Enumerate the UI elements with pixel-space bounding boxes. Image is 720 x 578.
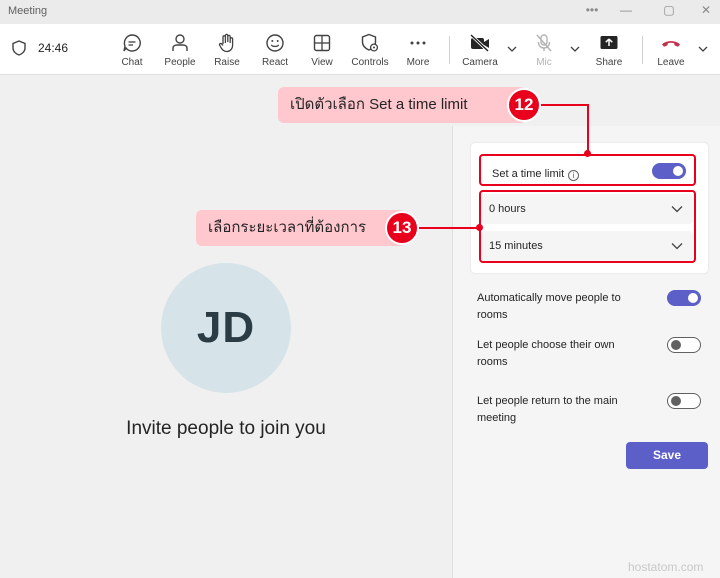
step12-connector xyxy=(541,104,589,106)
people-icon xyxy=(172,34,188,51)
react-icon xyxy=(266,34,284,52)
toolbar-divider xyxy=(642,36,643,64)
invite-text: Invite people to join you xyxy=(126,418,326,439)
chat-label: Chat xyxy=(121,57,143,68)
mic-label: Mic xyxy=(536,57,552,68)
timer-text: 24:46 xyxy=(38,41,69,55)
mic-off-icon xyxy=(536,34,552,52)
meeting-timer: 24:46 xyxy=(12,40,68,56)
return-main-toggle[interactable] xyxy=(667,393,701,409)
camera-off-icon xyxy=(469,33,490,53)
avatar: JD xyxy=(161,263,291,393)
raise-label: Raise xyxy=(214,57,240,68)
mic-button[interactable]: Mic xyxy=(519,33,569,68)
toggle-knob xyxy=(688,293,698,303)
meeting-stage: JD Invite people to join you xyxy=(0,76,452,578)
leave-options-chevron-icon[interactable] xyxy=(698,45,708,53)
controls-label: Controls xyxy=(351,57,389,68)
more-icon xyxy=(410,41,426,45)
leave-button[interactable]: Leave xyxy=(646,33,696,68)
duration-highlight xyxy=(479,190,696,263)
leave-label: Leave xyxy=(657,57,685,68)
toggle-knob xyxy=(671,340,681,350)
window-title: Meeting xyxy=(8,5,48,17)
share-icon xyxy=(600,36,618,49)
camera-options-chevron-icon[interactable] xyxy=(507,45,517,53)
chat-icon xyxy=(123,34,141,52)
react-label: React xyxy=(261,57,289,68)
view-button[interactable]: View xyxy=(297,33,347,68)
close-icon[interactable]: ✕ xyxy=(692,3,720,17)
step13-badge: 13 xyxy=(385,211,419,245)
auto-move-toggle[interactable] xyxy=(667,290,701,306)
shield-icon xyxy=(12,40,26,56)
meeting-toolbar: 24:46 Chat People Raise React View Contr… xyxy=(0,24,720,75)
auto-move-label: Automatically move people to rooms xyxy=(477,292,621,321)
view-label: View xyxy=(311,57,333,68)
mic-options-chevron-icon[interactable] xyxy=(570,45,580,53)
step13-text: เลือกระยะเวลาที่ต้องการ xyxy=(208,219,367,236)
controls-icon xyxy=(361,33,379,52)
step12-connector-dot xyxy=(584,150,591,157)
camera-label: Camera xyxy=(462,57,498,68)
react-button[interactable]: React xyxy=(250,33,300,68)
people-button[interactable]: People xyxy=(155,33,205,68)
people-label: People xyxy=(164,57,196,68)
title-bar: Meeting ••• — ▢ ✕ xyxy=(0,0,720,24)
time-limit-highlight xyxy=(479,154,696,186)
view-icon xyxy=(313,34,331,52)
step12-text: เปิดตัวเลือก Set a time limit xyxy=(290,96,468,113)
maximize-icon[interactable]: ▢ xyxy=(655,3,683,17)
save-button[interactable]: Save xyxy=(626,442,708,469)
step12-callout: เปิดตัวเลือก Set a time limit xyxy=(278,87,526,123)
share-button[interactable]: Share xyxy=(584,33,634,68)
more-label: More xyxy=(406,57,430,68)
step13-connector-dot xyxy=(476,224,483,231)
raise-hand-icon xyxy=(218,33,234,53)
chat-button[interactable]: Chat xyxy=(107,33,157,68)
step13-connector xyxy=(419,227,479,229)
choose-rooms-toggle[interactable] xyxy=(667,337,701,353)
step12-badge: 12 xyxy=(507,88,541,122)
share-label: Share xyxy=(595,57,623,68)
choose-rooms-label: Let people choose their own rooms xyxy=(477,339,615,368)
minimize-icon[interactable]: — xyxy=(612,3,640,17)
more-options-icon[interactable]: ••• xyxy=(578,3,606,17)
watermark: hostatom.com xyxy=(628,560,704,574)
raise-hand-button[interactable]: Raise xyxy=(202,33,252,68)
hang-up-icon xyxy=(662,41,680,47)
controls-button[interactable]: Controls xyxy=(345,33,395,68)
return-main-label: Let people return to the main meeting xyxy=(477,395,618,424)
camera-button[interactable]: Camera xyxy=(455,33,505,68)
step13-callout: เลือกระยะเวลาที่ต้องการ xyxy=(196,210,406,246)
toggle-knob xyxy=(671,396,681,406)
toolbar-divider xyxy=(449,36,450,64)
step12-connector xyxy=(587,104,589,154)
more-button[interactable]: More xyxy=(393,33,443,68)
